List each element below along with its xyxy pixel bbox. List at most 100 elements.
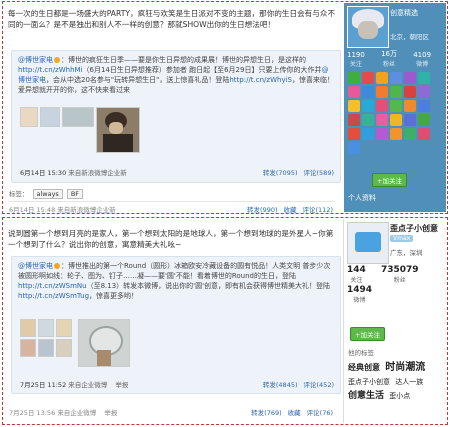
tag-chip[interactable]: always <box>32 189 63 199</box>
verified-icon <box>54 263 60 269</box>
forward-link[interactable]: 转发(990) <box>247 206 277 213</box>
profile-name[interactable]: 歪点子小创意 <box>390 223 438 234</box>
repost-time: 7月25日 11:52 <box>20 381 67 389</box>
repost-box-1: @博世家电 ：博世的疯狂生日季——要是你生日异想的成果展！博世的异想生日，是这样的… <box>11 50 341 183</box>
medal-icon[interactable] <box>376 72 388 84</box>
image-thumbnail[interactable] <box>38 339 54 357</box>
profile-name[interactable]: 创意精选 <box>390 8 418 18</box>
medal-icon[interactable] <box>390 86 402 98</box>
follow-button[interactable]: +加关注 <box>350 327 385 341</box>
comment-link[interactable]: 评论(112) <box>303 206 333 213</box>
repost-author[interactable]: @博世家电 <box>18 56 53 64</box>
medal-icon[interactable] <box>418 128 430 140</box>
comment-link[interactable]: 评论(76) <box>307 409 333 417</box>
image-thumbnail[interactable] <box>40 107 60 127</box>
stat-posts[interactable]: 1494 微博 <box>347 285 378 304</box>
image-thumbnail[interactable] <box>20 319 36 337</box>
medal-icon[interactable] <box>376 86 388 98</box>
avatar[interactable] <box>347 6 389 48</box>
repost-forward-link[interactable]: 转发(7095) <box>263 169 298 177</box>
medal-icon[interactable] <box>404 114 416 126</box>
medal-icon[interactable] <box>362 128 374 140</box>
repost-link[interactable]: http://t.cn/zWSmNu <box>18 282 87 290</box>
verified-icon <box>54 57 60 63</box>
tag-chip[interactable]: BF <box>66 189 84 199</box>
repost-source[interactable]: 来自新浪微博企业新 <box>68 169 127 177</box>
follow-button[interactable]: +加关注 <box>372 173 407 187</box>
medal-icon[interactable] <box>362 72 374 84</box>
medal-icon[interactable] <box>362 100 374 112</box>
medal-icon[interactable] <box>418 86 430 98</box>
repost-forward-link[interactable]: 转发(4845) <box>263 381 298 389</box>
medal-icon[interactable] <box>348 142 360 154</box>
profile-sidebar-1: 创意精选 北京，朝阳区 1190 关注 16万 粉丝 4109 微博 +加关注 个人资… <box>344 3 446 212</box>
medal-icon[interactable] <box>390 128 402 140</box>
medal-icon[interactable] <box>418 114 430 126</box>
medal-icon[interactable] <box>348 100 360 112</box>
cloud-tag[interactable]: 经典创意 <box>348 363 380 372</box>
post-main-1: 每一次的生日都是一场盛大的PARTY，疯狂与欢笑是生日派对不变的主题，那你的生日… <box>5 4 341 213</box>
image-thumbnail[interactable] <box>96 107 140 153</box>
report-link[interactable]: 举报 <box>104 409 117 417</box>
image-thumbnail[interactable] <box>38 319 54 337</box>
repost-link[interactable]: http://t.cn/zWhyiS <box>229 76 292 84</box>
post-time: 7月25日 13:56 <box>9 409 56 417</box>
medal-icon[interactable] <box>348 114 360 126</box>
tags-title: 他的标签 <box>348 349 374 357</box>
favorite-link[interactable]: 收藏 <box>288 409 301 417</box>
image-thumbnail[interactable] <box>56 319 72 337</box>
medal-icon[interactable] <box>348 72 360 84</box>
cloud-tag[interactable]: 时尚潮流 <box>385 362 425 373</box>
stat-following[interactable]: 144 关注 <box>347 265 372 284</box>
medal-icon[interactable] <box>362 114 374 126</box>
image-thumbnail[interactable] <box>62 107 94 127</box>
post-text-2: 说到圆第一个想到月亮的是家人，第一个想到太阳的是地球人，第一个想到地球的是外星人… <box>8 229 334 249</box>
cloud-tag[interactable]: 歪点子小创意 <box>348 378 390 386</box>
image-thumbnail[interactable] <box>56 339 72 357</box>
repost-meta: 7月25日 11:52 来自企业微博 举报 <box>20 379 128 389</box>
image-thumbnail[interactable] <box>78 319 130 367</box>
report-link[interactable]: 举报 <box>115 381 128 389</box>
repost-actions: 转发(7095) 评论(589) <box>257 167 334 177</box>
image-thumbnail[interactable] <box>20 339 36 357</box>
profile-stats: 144 关注 735079 粉丝 1494 微博 <box>347 265 446 305</box>
stat-following[interactable]: 1190 关注 <box>347 51 372 68</box>
medal-icon[interactable] <box>418 72 430 84</box>
post-footer-2: 7月25日 13:56 来自企业微博 举报 转发(769) 收藏 评论(76) <box>9 405 335 417</box>
cloud-tag[interactable]: 创意生活 <box>348 391 384 401</box>
repost-text: ：博世推出的第一个Round（圆形）冰箱欧安冷藏设备的圆有悦品！人类文明 普步少… <box>18 262 331 280</box>
profile-info-link[interactable]: 个人资料 <box>348 193 376 203</box>
repost-link[interactable]: http://t.cn/zWSmTug <box>18 292 89 300</box>
medal-icon[interactable] <box>404 86 416 98</box>
favorite-link[interactable]: 收藏 <box>284 206 297 213</box>
medal-icon[interactable] <box>376 100 388 112</box>
repost-comment-link[interactable]: 评论(452) <box>304 381 334 389</box>
medal-icon[interactable] <box>390 114 402 126</box>
cloud-tag[interactable]: 歪小点 <box>389 392 410 400</box>
medal-icon[interactable] <box>390 72 402 84</box>
post-source[interactable]: 来自企业微博 <box>57 409 96 417</box>
medal-icon[interactable] <box>348 128 360 140</box>
post-source[interactable]: 来自新浪微博企业新 <box>57 206 116 213</box>
medal-icon[interactable] <box>390 100 402 112</box>
medal-icon[interactable] <box>404 128 416 140</box>
avatar[interactable] <box>347 222 389 264</box>
medal-icon[interactable] <box>376 128 388 140</box>
forward-link[interactable]: 转发(769) <box>251 409 281 417</box>
repost-author[interactable]: @博世家电 <box>18 262 53 270</box>
medal-icon[interactable] <box>376 114 388 126</box>
medal-icon[interactable] <box>362 86 374 98</box>
image-thumbnail[interactable] <box>20 107 38 127</box>
repost-source[interactable]: 来自企业微博 <box>68 381 107 389</box>
cloud-tag[interactable]: 达人一族 <box>395 378 423 386</box>
medal-icon[interactable] <box>418 100 430 112</box>
medal-icon[interactable] <box>404 72 416 84</box>
stat-followers[interactable]: 735079 粉丝 <box>381 265 425 284</box>
level-badge: Vmax <box>390 235 414 242</box>
stat-posts[interactable]: 4109 微博 <box>413 51 438 68</box>
stat-followers[interactable]: 16万 粉丝 <box>381 49 404 68</box>
repost-link[interactable]: http://t.cn/zWhhMi <box>18 66 83 74</box>
medal-icon[interactable] <box>404 100 416 112</box>
medal-icon[interactable] <box>348 86 360 98</box>
repost-comment-link[interactable]: 评论(589) <box>304 169 334 177</box>
